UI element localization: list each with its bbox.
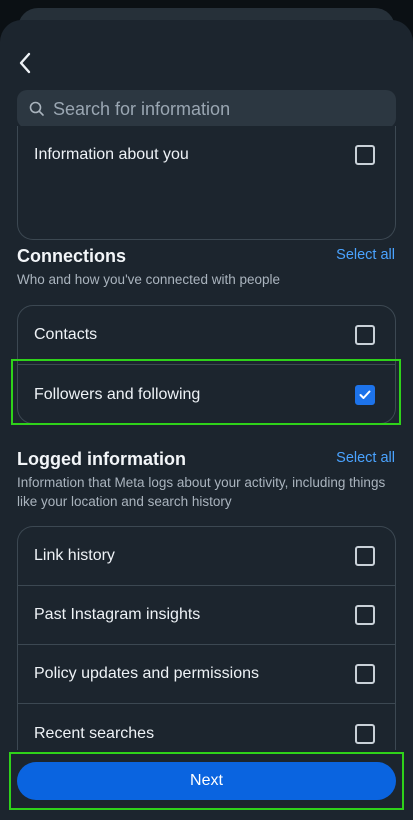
checkmark-icon (359, 390, 371, 399)
logged-information-card: Link history Past Instagram insights Pol… (17, 526, 396, 786)
search-input[interactable] (51, 97, 396, 121)
search-bar[interactable] (17, 90, 396, 128)
list-item-past-instagram-insights[interactable]: Past Instagram insights (18, 586, 395, 645)
checkbox-checked[interactable] (355, 384, 375, 405)
checkbox[interactable] (355, 664, 375, 684)
section-description-connections: Who and how you've connected with people (17, 272, 280, 287)
checkbox[interactable] (355, 605, 375, 625)
select-all-logged-link[interactable]: Select all (336, 450, 395, 466)
search-icon (29, 101, 45, 117)
bottom-sheet: Information about you Connections Select… (0, 20, 413, 820)
list-item-label: Past Instagram insights (34, 606, 201, 623)
back-button[interactable] (14, 50, 36, 76)
chevron-left-icon (19, 52, 31, 74)
list-item-label: Link history (34, 547, 115, 564)
checkbox[interactable] (355, 144, 375, 165)
list-item-label: Policy updates and permissions (34, 665, 260, 682)
list-item-label: Information about you (34, 145, 189, 163)
select-all-connections-link[interactable]: Select all (336, 247, 395, 263)
section-title-logged-information: Logged information (17, 449, 186, 469)
checkbox[interactable] (355, 723, 375, 744)
next-button[interactable]: Next (17, 762, 396, 800)
section-description-logged: Information that Meta logs about your ac… (17, 475, 386, 509)
information-card: Information about you (17, 126, 396, 240)
list-item-information-about-you[interactable]: Information about you (18, 126, 395, 183)
list-item-link-history[interactable]: Link history (18, 527, 395, 586)
connections-card: Contacts Followers and following (17, 305, 396, 424)
list-item-contacts[interactable]: Contacts (18, 306, 395, 365)
list-item-policy-updates[interactable]: Policy updates and permissions (18, 645, 395, 704)
list-item-label: Followers and following (34, 385, 201, 403)
section-title-connections: Connections (17, 246, 127, 266)
checkbox[interactable] (355, 546, 375, 566)
list-item-label: Contacts (34, 326, 98, 343)
list-item-followers-and-following[interactable]: Followers and following (18, 365, 395, 424)
checkbox[interactable] (355, 325, 375, 345)
list-item-label: Recent searches (34, 724, 155, 742)
